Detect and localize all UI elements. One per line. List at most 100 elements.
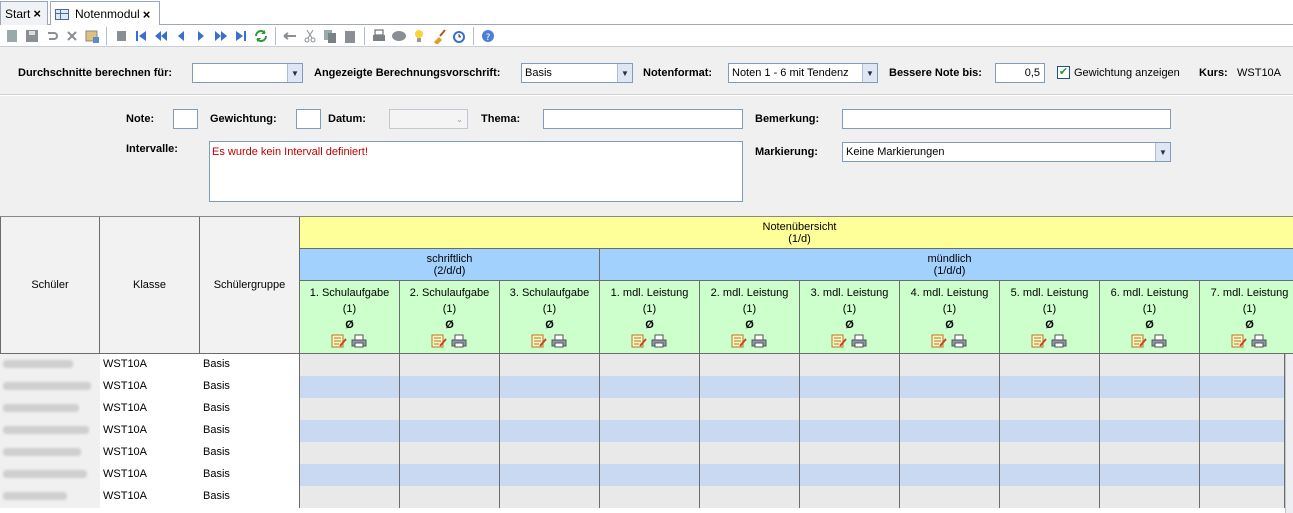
exam-col-header[interactable]: 2. Schulaufgabe (1) Ø <box>400 281 500 354</box>
grade-cell[interactable] <box>900 464 1000 486</box>
table-row[interactable]: WST10A Basis <box>0 486 1285 508</box>
exam-col-header[interactable]: 3. Schulaufgabe (1) Ø <box>500 281 600 354</box>
grade-cell[interactable] <box>300 420 400 442</box>
delete-icon[interactable] <box>62 26 82 46</box>
table-row[interactable]: WST10A Basis <box>0 354 1285 376</box>
weight-checkbox[interactable]: ✔ <box>1057 66 1070 79</box>
grade-cell[interactable] <box>300 398 400 420</box>
prev-page-icon[interactable] <box>151 26 171 46</box>
grade-cell[interactable] <box>700 420 800 442</box>
exam-col-header[interactable]: 1. Schulaufgabe (1) Ø <box>300 281 400 354</box>
edit-note-icon[interactable] <box>631 334 647 348</box>
grade-cell[interactable] <box>600 464 700 486</box>
student-name-cell[interactable] <box>0 376 100 398</box>
grade-cell[interactable] <box>800 354 900 376</box>
print-icon[interactable] <box>450 334 468 348</box>
undo-icon[interactable] <box>42 26 62 46</box>
grade-cell[interactable] <box>900 354 1000 376</box>
first-icon[interactable] <box>131 26 151 46</box>
group-cell[interactable]: Basis <box>200 376 300 398</box>
grade-cell[interactable] <box>1100 398 1200 420</box>
grade-cell[interactable] <box>300 354 400 376</box>
grade-cell[interactable] <box>500 420 600 442</box>
grade-cell[interactable] <box>1000 398 1100 420</box>
grade-cell[interactable] <box>900 486 1000 508</box>
grade-cell[interactable] <box>1100 354 1200 376</box>
student-name-cell[interactable] <box>0 442 100 464</box>
grade-cell[interactable] <box>600 354 700 376</box>
class-cell[interactable]: WST10A <box>100 464 200 486</box>
alarm-icon[interactable] <box>449 26 469 46</box>
rule-select[interactable]: Basis ▼ <box>521 63 633 83</box>
exam-col-header[interactable]: 7. mdl. Leistung (1) Ø <box>1200 281 1293 354</box>
edit-note-icon[interactable] <box>1131 334 1147 348</box>
edit-note-icon[interactable] <box>831 334 847 348</box>
next-icon[interactable] <box>191 26 211 46</box>
print-icon[interactable] <box>369 26 389 46</box>
preview-icon[interactable] <box>389 26 409 46</box>
grade-cell[interactable] <box>500 442 600 464</box>
grade-cell[interactable] <box>1200 398 1285 420</box>
grade-cell[interactable] <box>600 420 700 442</box>
grade-cell[interactable] <box>1200 354 1285 376</box>
grade-cell[interactable] <box>400 486 500 508</box>
grade-cell[interactable] <box>900 442 1000 464</box>
table-row[interactable]: WST10A Basis <box>0 420 1285 442</box>
paste-icon[interactable] <box>340 26 360 46</box>
grade-cell[interactable] <box>1200 420 1285 442</box>
grade-cell[interactable] <box>900 398 1000 420</box>
grade-cell[interactable] <box>500 464 600 486</box>
grade-cell[interactable] <box>1000 376 1100 398</box>
class-cell[interactable]: WST10A <box>100 354 200 376</box>
grade-cell[interactable] <box>1100 420 1200 442</box>
table-row[interactable]: WST10A Basis <box>0 464 1285 486</box>
grade-cell[interactable] <box>900 376 1000 398</box>
grade-cell[interactable] <box>400 420 500 442</box>
last-icon[interactable] <box>231 26 251 46</box>
weight-input[interactable] <box>296 109 321 129</box>
exam-col-header[interactable]: 2. mdl. Leistung (1) Ø <box>700 281 800 354</box>
grade-cell[interactable] <box>1000 464 1100 486</box>
grade-cell[interactable] <box>700 464 800 486</box>
edit-note-icon[interactable] <box>731 334 747 348</box>
grade-cell[interactable] <box>300 442 400 464</box>
exam-col-header[interactable]: 1. mdl. Leistung (1) Ø <box>600 281 700 354</box>
class-cell[interactable]: WST10A <box>100 420 200 442</box>
col-header-student[interactable]: Schüler <box>0 217 100 354</box>
bulb-icon[interactable] <box>409 26 429 46</box>
chevron-down-icon[interactable]: ⌄ <box>452 110 467 128</box>
grade-cell[interactable] <box>700 486 800 508</box>
print-icon[interactable] <box>1050 334 1068 348</box>
cut-icon[interactable] <box>300 26 320 46</box>
class-cell[interactable]: WST10A <box>100 376 200 398</box>
grade-cell[interactable] <box>1200 464 1285 486</box>
grade-cell[interactable] <box>1100 486 1200 508</box>
student-name-cell[interactable] <box>0 420 100 442</box>
print-icon[interactable] <box>850 334 868 348</box>
grade-cell[interactable] <box>600 398 700 420</box>
grade-cell[interactable] <box>1100 376 1200 398</box>
grade-cell[interactable] <box>800 420 900 442</box>
grade-cell[interactable] <box>500 354 600 376</box>
exam-col-header[interactable]: 6. mdl. Leistung (1) Ø <box>1100 281 1200 354</box>
copy-icon[interactable] <box>320 26 340 46</box>
print-icon[interactable] <box>350 334 368 348</box>
grade-cell[interactable] <box>600 442 700 464</box>
grade-cell[interactable] <box>400 442 500 464</box>
print-icon[interactable] <box>750 334 768 348</box>
print-icon[interactable] <box>650 334 668 348</box>
back-icon[interactable] <box>280 26 300 46</box>
grade-cell[interactable] <box>800 486 900 508</box>
grade-cell[interactable] <box>1000 420 1100 442</box>
date-picker[interactable]: ⌄ <box>389 109 468 129</box>
edit-note-icon[interactable] <box>431 334 447 348</box>
grade-cell[interactable] <box>1000 354 1100 376</box>
grade-cell[interactable] <box>300 464 400 486</box>
class-cell[interactable]: WST10A <box>100 442 200 464</box>
exam-col-header[interactable]: 4. mdl. Leistung (1) Ø <box>900 281 1000 354</box>
properties-icon[interactable] <box>82 26 102 46</box>
grade-cell[interactable] <box>700 376 800 398</box>
grade-cell[interactable] <box>700 398 800 420</box>
avg-select[interactable]: ▼ <box>192 63 303 83</box>
edit-note-icon[interactable] <box>531 334 547 348</box>
